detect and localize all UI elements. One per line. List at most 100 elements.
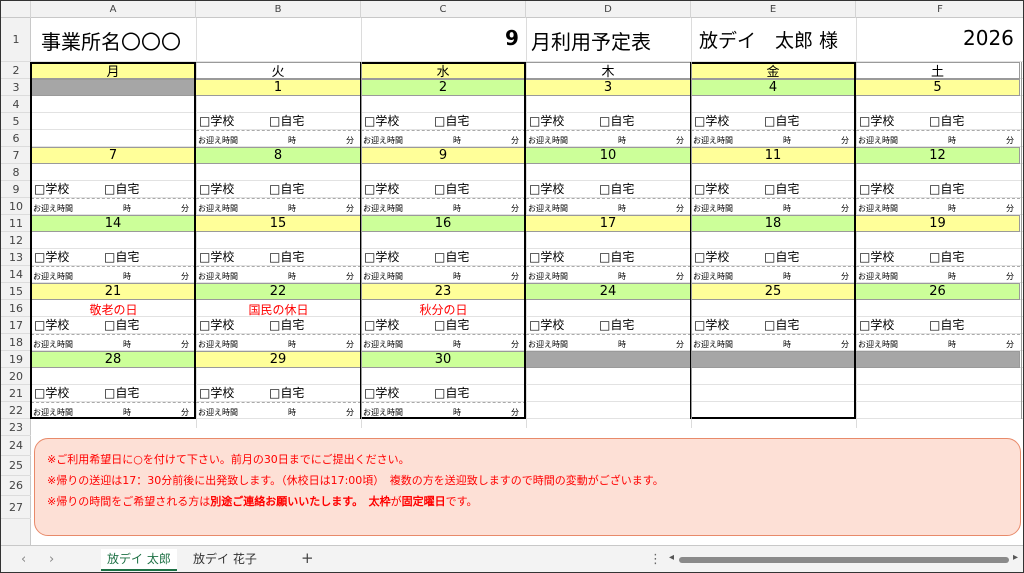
school-checkbox[interactable]: □学校: [199, 112, 234, 129]
row-header-2[interactable]: 2: [1, 62, 31, 79]
pickup-minute-field[interactable]: 分: [181, 339, 189, 350]
day-number-cell[interactable]: 23: [361, 283, 526, 300]
pickup-minute-field[interactable]: 分: [346, 271, 354, 282]
scrollbar-thumb[interactable]: [679, 557, 1009, 563]
column-header-a[interactable]: A: [31, 1, 196, 18]
school-checkbox[interactable]: □学校: [199, 316, 234, 333]
home-checkbox[interactable]: □自宅: [269, 180, 304, 197]
day-number-cell[interactable]: 26: [856, 283, 1020, 300]
select-all-corner[interactable]: [1, 1, 31, 18]
pickup-minute-field[interactable]: 分: [511, 135, 519, 146]
row-header-15[interactable]: 15: [1, 283, 31, 300]
day-number-cell[interactable]: 1: [196, 79, 361, 96]
row-header-20[interactable]: 20: [1, 368, 31, 385]
pickup-minute-field[interactable]: 分: [1006, 339, 1014, 350]
day-number-cell[interactable]: 7: [31, 147, 196, 164]
pickup-minute-field[interactable]: 分: [1006, 203, 1014, 214]
day-number-cell[interactable]: 14: [31, 215, 196, 232]
home-checkbox[interactable]: □自宅: [269, 112, 304, 129]
home-checkbox[interactable]: □自宅: [434, 112, 469, 129]
home-checkbox[interactable]: □自宅: [764, 112, 799, 129]
pickup-hour-field[interactable]: 時: [288, 407, 296, 418]
pickup-hour-field[interactable]: 時: [618, 271, 626, 282]
pickup-hour-field[interactable]: 時: [948, 339, 956, 350]
pickup-hour-field[interactable]: 時: [618, 203, 626, 214]
day-number-cell[interactable]: 22: [196, 283, 361, 300]
pickup-hour-field[interactable]: 時: [123, 203, 131, 214]
row-header-18[interactable]: 18: [1, 334, 31, 351]
row-header-23[interactable]: 23: [1, 419, 31, 436]
sheet-grid[interactable]: 事業所名〇〇〇 9 月利用予定表 放デイ 太郎 様 2026 月火水木金土 1 □学校 □自宅お…: [30, 18, 1023, 545]
pickup-minute-field[interactable]: 分: [841, 271, 849, 282]
school-checkbox[interactable]: □学校: [34, 316, 69, 333]
row-header-25[interactable]: 25: [1, 456, 31, 476]
day-number-cell[interactable]: 9: [361, 147, 526, 164]
pickup-hour-field[interactable]: 時: [288, 339, 296, 350]
pickup-minute-field[interactable]: 分: [181, 203, 189, 214]
school-checkbox[interactable]: □学校: [199, 180, 234, 197]
scroll-left-arrow-icon[interactable]: ◂: [669, 552, 674, 563]
home-checkbox[interactable]: □自宅: [269, 316, 304, 333]
pickup-minute-field[interactable]: 分: [346, 135, 354, 146]
pickup-hour-field[interactable]: 時: [288, 271, 296, 282]
pickup-hour-field[interactable]: 時: [783, 339, 791, 350]
pickup-hour-field[interactable]: 時: [288, 135, 296, 146]
pickup-hour-field[interactable]: 時: [453, 407, 461, 418]
pickup-hour-field[interactable]: 時: [453, 135, 461, 146]
day-number-cell[interactable]: 11: [691, 147, 856, 164]
row-header-10[interactable]: 10: [1, 198, 31, 215]
row-header-19[interactable]: 19: [1, 351, 31, 368]
day-number-cell[interactable]: 4: [691, 79, 856, 96]
pickup-hour-field[interactable]: 時: [618, 135, 626, 146]
pickup-minute-field[interactable]: 分: [511, 203, 519, 214]
home-checkbox[interactable]: □自宅: [434, 316, 469, 333]
home-checkbox[interactable]: □自宅: [104, 180, 139, 197]
school-checkbox[interactable]: □学校: [199, 248, 234, 265]
pickup-minute-field[interactable]: 分: [676, 271, 684, 282]
pickup-minute-field[interactable]: 分: [181, 271, 189, 282]
row-header-11[interactable]: 11: [1, 215, 31, 232]
day-number-cell[interactable]: 16: [361, 215, 526, 232]
school-checkbox[interactable]: □学校: [529, 112, 564, 129]
school-checkbox[interactable]: □学校: [694, 316, 729, 333]
pickup-minute-field[interactable]: 分: [841, 135, 849, 146]
pickup-minute-field[interactable]: 分: [511, 407, 519, 418]
pickup-minute-field[interactable]: 分: [676, 339, 684, 350]
more-options-icon[interactable]: ⋮: [649, 552, 662, 567]
home-checkbox[interactable]: □自宅: [929, 180, 964, 197]
school-checkbox[interactable]: □学校: [364, 180, 399, 197]
pickup-minute-field[interactable]: 分: [841, 339, 849, 350]
home-checkbox[interactable]: □自宅: [599, 316, 634, 333]
day-number-cell[interactable]: 29: [196, 351, 361, 368]
row-header-16[interactable]: 16: [1, 300, 31, 317]
pickup-hour-field[interactable]: 時: [783, 135, 791, 146]
row-header-8[interactable]: 8: [1, 164, 31, 181]
row-header-7[interactable]: 7: [1, 147, 31, 164]
column-header-d[interactable]: D: [526, 1, 691, 18]
day-number-cell[interactable]: 28: [31, 351, 196, 368]
school-checkbox[interactable]: □学校: [529, 248, 564, 265]
day-number-cell[interactable]: 10: [526, 147, 691, 164]
school-checkbox[interactable]: □学校: [694, 112, 729, 129]
row-header-22[interactable]: 22: [1, 402, 31, 419]
column-header-c[interactable]: C: [361, 1, 526, 18]
row-header-5[interactable]: 5: [1, 113, 31, 130]
pickup-minute-field[interactable]: 分: [841, 203, 849, 214]
pickup-hour-field[interactable]: 時: [453, 203, 461, 214]
home-checkbox[interactable]: □自宅: [434, 180, 469, 197]
scroll-right-arrow-icon[interactable]: ▸: [1013, 552, 1018, 563]
tab-scroll-right-button[interactable]: ›: [49, 552, 54, 567]
home-checkbox[interactable]: □自宅: [929, 316, 964, 333]
day-number-cell[interactable]: 2: [361, 79, 526, 96]
day-number-cell[interactable]: 17: [526, 215, 691, 232]
day-number-cell[interactable]: 18: [691, 215, 856, 232]
home-checkbox[interactable]: □自宅: [764, 316, 799, 333]
row-header-27[interactable]: 27: [1, 496, 31, 519]
school-checkbox[interactable]: □学校: [34, 384, 69, 401]
pickup-minute-field[interactable]: 分: [346, 203, 354, 214]
school-checkbox[interactable]: □学校: [364, 316, 399, 333]
pickup-minute-field[interactable]: 分: [346, 339, 354, 350]
school-checkbox[interactable]: □学校: [859, 180, 894, 197]
row-header-6[interactable]: 6: [1, 130, 31, 147]
row-header-9[interactable]: 9: [1, 181, 31, 198]
